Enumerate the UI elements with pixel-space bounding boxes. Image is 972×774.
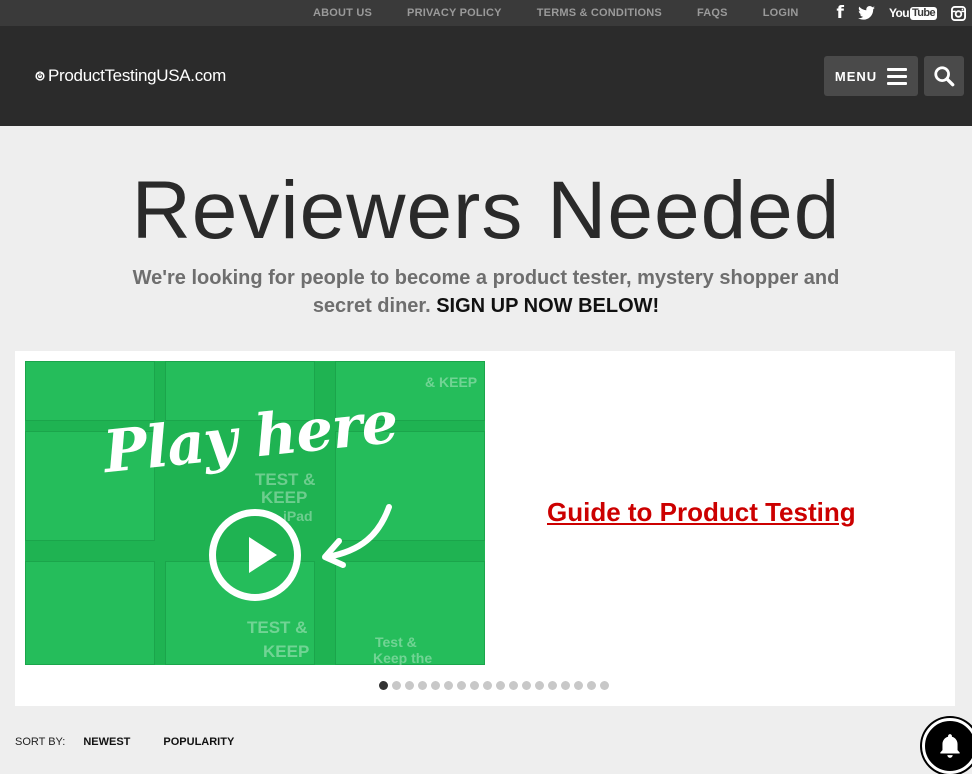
instagram-camera-svg — [951, 5, 966, 21]
notification-bell-button[interactable] — [922, 718, 972, 774]
menu-button[interactable]: MENU — [824, 56, 918, 96]
login-link[interactable]: LOGIN — [763, 7, 799, 19]
page-title: Reviewers Needed — [131, 165, 841, 256]
slider-dot[interactable] — [457, 681, 466, 690]
slider-pagination — [379, 681, 609, 690]
play-icon[interactable] — [209, 509, 301, 601]
privacy-policy-link[interactable]: PRIVACY POLICY — [407, 7, 502, 19]
collage-text: Keep the — [373, 650, 433, 665]
search-icon — [934, 66, 955, 87]
site-header: ProductTestingUSA.com MENU — [0, 26, 972, 126]
header-actions: MENU — [824, 56, 964, 96]
sort-newest-option[interactable]: NEWEST — [83, 736, 130, 748]
facebook-glyph: f — [836, 3, 844, 23]
terms-conditions-link[interactable]: TERMS & CONDITIONS — [537, 7, 662, 19]
arrow-icon — [322, 504, 392, 568]
faqs-link[interactable]: FAQS — [697, 7, 728, 19]
hamburger-icon — [887, 67, 908, 85]
search-button[interactable] — [924, 56, 964, 96]
slider-dot[interactable] — [483, 681, 492, 690]
slider-dot[interactable] — [496, 681, 505, 690]
social-links: f You Tube — [837, 0, 966, 26]
twitter-bird-svg — [858, 6, 875, 20]
slider-dot[interactable] — [444, 681, 453, 690]
logo-text: ProductTestingUSA.com — [48, 66, 226, 85]
youtube-wordmark: You Tube — [889, 6, 937, 20]
slider-dot[interactable] — [600, 681, 609, 690]
slider-dot[interactable] — [405, 681, 414, 690]
collage-text: & KEEP — [425, 374, 478, 390]
collage-text: TEST & — [255, 470, 316, 489]
sort-bar: SORT BY: NEWEST POPULARITY — [15, 736, 267, 748]
slider-dot[interactable] — [535, 681, 544, 690]
facebook-icon[interactable]: f — [837, 0, 844, 26]
slider-dot[interactable] — [509, 681, 518, 690]
guide-to-product-testing-link[interactable]: Guide to Product Testing — [547, 497, 856, 528]
bell-icon — [940, 734, 960, 758]
slider-dot[interactable] — [587, 681, 596, 690]
menu-label: MENU — [834, 68, 878, 84]
twitter-icon[interactable] — [858, 0, 875, 26]
slider-dot[interactable] — [392, 681, 401, 690]
instagram-icon[interactable] — [951, 0, 966, 26]
featured-slider: TEST & KEEP TEST & KEEP Test & Keep the … — [15, 351, 955, 706]
collage-tile — [25, 561, 155, 665]
collage-tile — [25, 361, 155, 421]
collage-text: KEEP — [261, 488, 308, 507]
slider-dot[interactable] — [548, 681, 557, 690]
youtube-tube-text: Tube — [909, 6, 937, 20]
slider-dot[interactable] — [431, 681, 440, 690]
slider-dot[interactable] — [379, 681, 388, 690]
hero-section: Reviewers Needed We're looking for peopl… — [0, 126, 972, 320]
video-player[interactable]: TEST & KEEP TEST & KEEP Test & Keep the … — [25, 361, 485, 665]
site-logo[interactable]: ProductTestingUSA.com — [35, 66, 226, 86]
slider-dot[interactable] — [418, 681, 427, 690]
collage-text: TEST & — [247, 618, 308, 637]
signup-cta-text: SIGN UP NOW BELOW! — [436, 295, 660, 317]
sort-label: SORT BY: — [15, 736, 66, 748]
sort-popularity-option[interactable]: POPULARITY — [163, 736, 234, 748]
power-icon — [35, 71, 45, 81]
slider-dot[interactable] — [522, 681, 531, 690]
top-links: ABOUT US PRIVACY POLICY TERMS & CONDITIO… — [278, 0, 799, 26]
slider-dot[interactable] — [470, 681, 479, 690]
slider-dot[interactable] — [561, 681, 570, 690]
youtube-icon[interactable]: You Tube — [889, 0, 937, 26]
top-utility-bar: ABOUT US PRIVACY POLICY TERMS & CONDITIO… — [0, 0, 972, 26]
about-us-link[interactable]: ABOUT US — [313, 7, 372, 19]
youtube-you-text: You — [888, 6, 910, 20]
slider-dot[interactable] — [574, 681, 583, 690]
collage-text: KEEP — [263, 642, 310, 661]
hero-subtitle: We're looking for people to become a pro… — [126, 264, 846, 320]
